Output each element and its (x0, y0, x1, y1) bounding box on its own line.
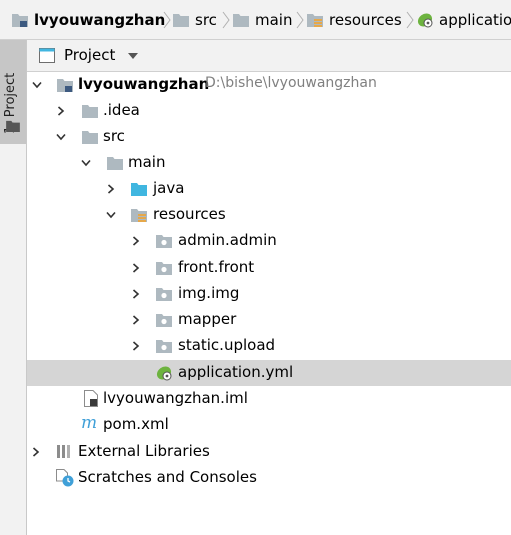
project-tool-tab[interactable]: 1: Project (0, 40, 26, 144)
tree-node-java[interactable]: java (27, 176, 511, 202)
tree-node-static[interactable]: static.upload (27, 333, 511, 359)
folder-icon (107, 156, 123, 170)
tree-node-label: main (128, 153, 166, 171)
breadcrumb: lvyouwangzhan src main resources applica… (0, 0, 511, 40)
chevron-right-icon[interactable] (107, 184, 115, 194)
tree-node-label: mapper (178, 310, 237, 328)
breadcrumb-label: main (255, 11, 293, 29)
breadcrumb-item-main[interactable]: main (233, 9, 292, 31)
folder-icon (82, 130, 98, 144)
spring-leaf-icon (417, 12, 433, 28)
package-folder-icon (156, 261, 172, 275)
package-folder-icon (156, 287, 172, 301)
package-folder-icon (156, 339, 172, 353)
chevron-down-icon[interactable] (32, 81, 42, 89)
module-file-icon (84, 390, 98, 407)
tree-node-src[interactable]: src (27, 124, 511, 150)
caret-down-icon[interactable] (128, 53, 138, 59)
breadcrumb-label: resources (329, 11, 402, 29)
tree-node-label: src (103, 127, 125, 145)
tree-node-label: img.img (178, 284, 240, 302)
tree-node-label: pom.xml (103, 415, 169, 433)
tree-node-label: application.yml (178, 363, 294, 381)
breadcrumb-item-resources[interactable]: resources (307, 9, 402, 31)
tree-node-root[interactable]: lvyouwangzhan D:\bishe\lvyouwangzhan (27, 72, 511, 98)
tree-node-iml[interactable]: lvyouwangzhan.iml (27, 386, 511, 412)
tree-node-label: java (153, 179, 185, 197)
folder-icon (82, 104, 98, 118)
tree-node-label: static.upload (178, 336, 276, 354)
tree-node-resources[interactable]: resources (27, 202, 511, 228)
library-icon (57, 445, 70, 458)
chevron-right-icon[interactable] (32, 447, 40, 457)
breadcrumb-separator-icon (222, 11, 230, 29)
chevron-down-icon[interactable] (106, 211, 116, 219)
chevron-down-icon[interactable] (81, 159, 91, 167)
tree-node-pom[interactable]: m pom.xml (27, 412, 511, 438)
tree-node-img[interactable]: img.img (27, 281, 511, 307)
tree-node-scratches[interactable]: Scratches and Consoles (27, 465, 511, 491)
breadcrumb-separator-icon (163, 11, 171, 29)
chevron-right-icon[interactable] (132, 263, 140, 273)
project-path: D:\bishe\lvyouwangzhan (205, 75, 377, 91)
package-folder-icon (156, 234, 172, 248)
tree-node-label: resources (153, 205, 226, 223)
project-panel-header: Project (27, 40, 511, 72)
tree-node-front[interactable]: front.front (27, 255, 511, 281)
breadcrumb-item-application[interactable]: application.yml (417, 9, 511, 31)
tree-node-label: lvyouwangzhan.iml (103, 389, 248, 407)
breadcrumb-label: src (195, 11, 217, 29)
chevron-right-icon[interactable] (132, 289, 140, 299)
module-folder-icon (12, 13, 28, 27)
breadcrumb-separator-icon (406, 11, 414, 29)
breadcrumb-label: lvyouwangzhan (34, 11, 166, 29)
module-folder-icon (57, 78, 73, 92)
tree-node-admin[interactable]: admin.admin (27, 228, 511, 254)
breadcrumb-label: application.yml (439, 11, 511, 29)
breadcrumb-separator-icon (296, 11, 304, 29)
tree-node-label: External Libraries (78, 442, 210, 460)
breadcrumb-item-src[interactable]: src (173, 9, 217, 31)
tree-node-application[interactable]: application.yml (27, 360, 511, 386)
chevron-right-icon[interactable] (57, 106, 65, 116)
resources-folder-icon (131, 208, 147, 222)
scratch-clock-icon (56, 469, 74, 487)
folder-icon (233, 13, 249, 27)
tree-node-external-libraries[interactable]: External Libraries (27, 439, 511, 465)
chevron-right-icon[interactable] (132, 236, 140, 246)
breadcrumb-item-root[interactable]: lvyouwangzhan (12, 9, 165, 31)
tree-node-mapper[interactable]: mapper (27, 307, 511, 333)
package-folder-icon (156, 313, 172, 327)
spring-leaf-icon (156, 365, 172, 381)
tool-window-strip: 1: Project (0, 40, 27, 535)
chevron-right-icon[interactable] (132, 315, 140, 325)
project-window-icon (39, 48, 55, 63)
project-view-title[interactable]: Project (64, 46, 115, 64)
maven-icon: m (81, 413, 98, 433)
folder-icon (6, 120, 20, 132)
tree-node-label: lvyouwangzhan (78, 75, 210, 93)
source-folder-icon (131, 182, 147, 196)
tree-node-label: admin.admin (178, 231, 277, 249)
chevron-down-icon[interactable] (56, 133, 66, 141)
folder-icon (173, 13, 189, 27)
tree-node-main[interactable]: main (27, 150, 511, 176)
tree-node-label: Scratches and Consoles (78, 468, 257, 486)
chevron-right-icon[interactable] (132, 341, 140, 351)
resources-folder-icon (307, 13, 323, 27)
tree-node-idea[interactable]: .idea (27, 98, 511, 124)
tree-node-label: front.front (178, 258, 255, 276)
tree-node-label: .idea (103, 101, 140, 119)
